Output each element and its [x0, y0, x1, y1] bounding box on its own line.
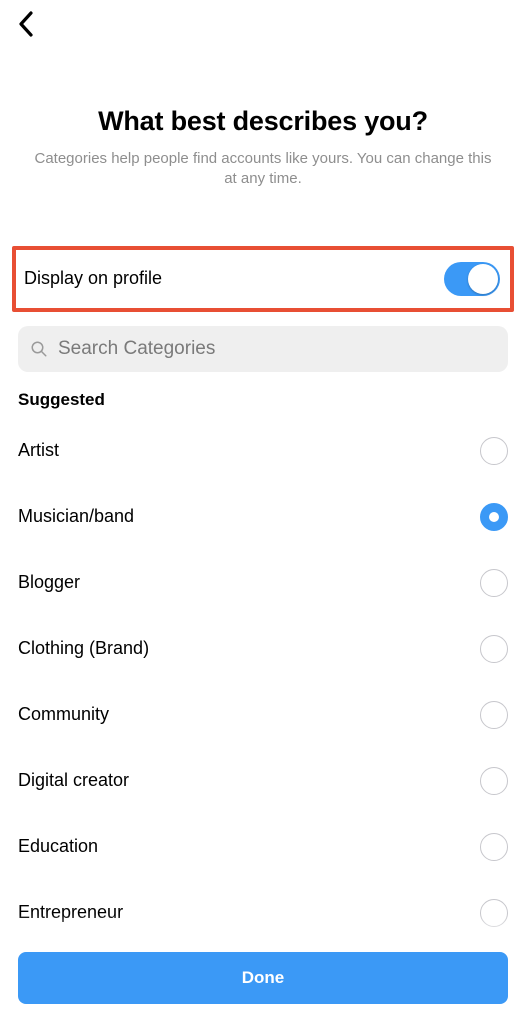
category-item[interactable]: Artist — [18, 418, 508, 484]
nav-bar — [0, 0, 526, 48]
category-radio[interactable] — [480, 503, 508, 531]
category-radio[interactable] — [480, 569, 508, 597]
category-item[interactable]: Education — [18, 814, 508, 880]
category-label: Community — [18, 704, 109, 725]
search-field[interactable] — [18, 326, 508, 372]
search-icon — [30, 340, 48, 358]
category-label: Entrepreneur — [18, 902, 123, 923]
category-radio[interactable] — [480, 899, 508, 927]
category-label: Digital creator — [18, 770, 129, 791]
toggle-knob — [468, 264, 498, 294]
chevron-left-icon — [18, 11, 34, 37]
category-label: Artist — [18, 440, 59, 461]
category-item[interactable]: Digital creator — [18, 748, 508, 814]
category-item[interactable]: Entrepreneur — [18, 880, 508, 946]
category-radio[interactable] — [480, 701, 508, 729]
category-radio[interactable] — [480, 833, 508, 861]
category-radio[interactable] — [480, 635, 508, 663]
page-subtitle: Categories help people find accounts lik… — [33, 149, 493, 190]
done-button[interactable]: Done — [18, 952, 508, 1004]
page-title: What best describes you? — [0, 106, 526, 137]
category-label: Clothing (Brand) — [18, 638, 149, 659]
suggested-heading: Suggested — [18, 390, 526, 410]
search-input[interactable] — [56, 337, 496, 361]
category-item[interactable]: Community — [18, 682, 508, 748]
back-button[interactable] — [8, 6, 44, 42]
category-item[interactable]: Clothing (Brand) — [18, 616, 508, 682]
category-list: Artist Musician/band Blogger Clothing (Bran… — [18, 418, 508, 946]
category-radio[interactable] — [480, 767, 508, 795]
category-item[interactable]: Blogger — [18, 550, 508, 616]
category-label: Education — [18, 836, 98, 857]
footer-bar: Done — [0, 938, 526, 1024]
category-label: Blogger — [18, 572, 80, 593]
display-on-profile-row[interactable]: Display on profile — [12, 246, 514, 312]
category-item[interactable]: Musician/band — [18, 484, 508, 550]
display-on-profile-label: Display on profile — [24, 268, 162, 289]
category-radio[interactable] — [480, 437, 508, 465]
display-on-profile-toggle[interactable] — [444, 262, 500, 296]
category-label: Musician/band — [18, 506, 134, 527]
